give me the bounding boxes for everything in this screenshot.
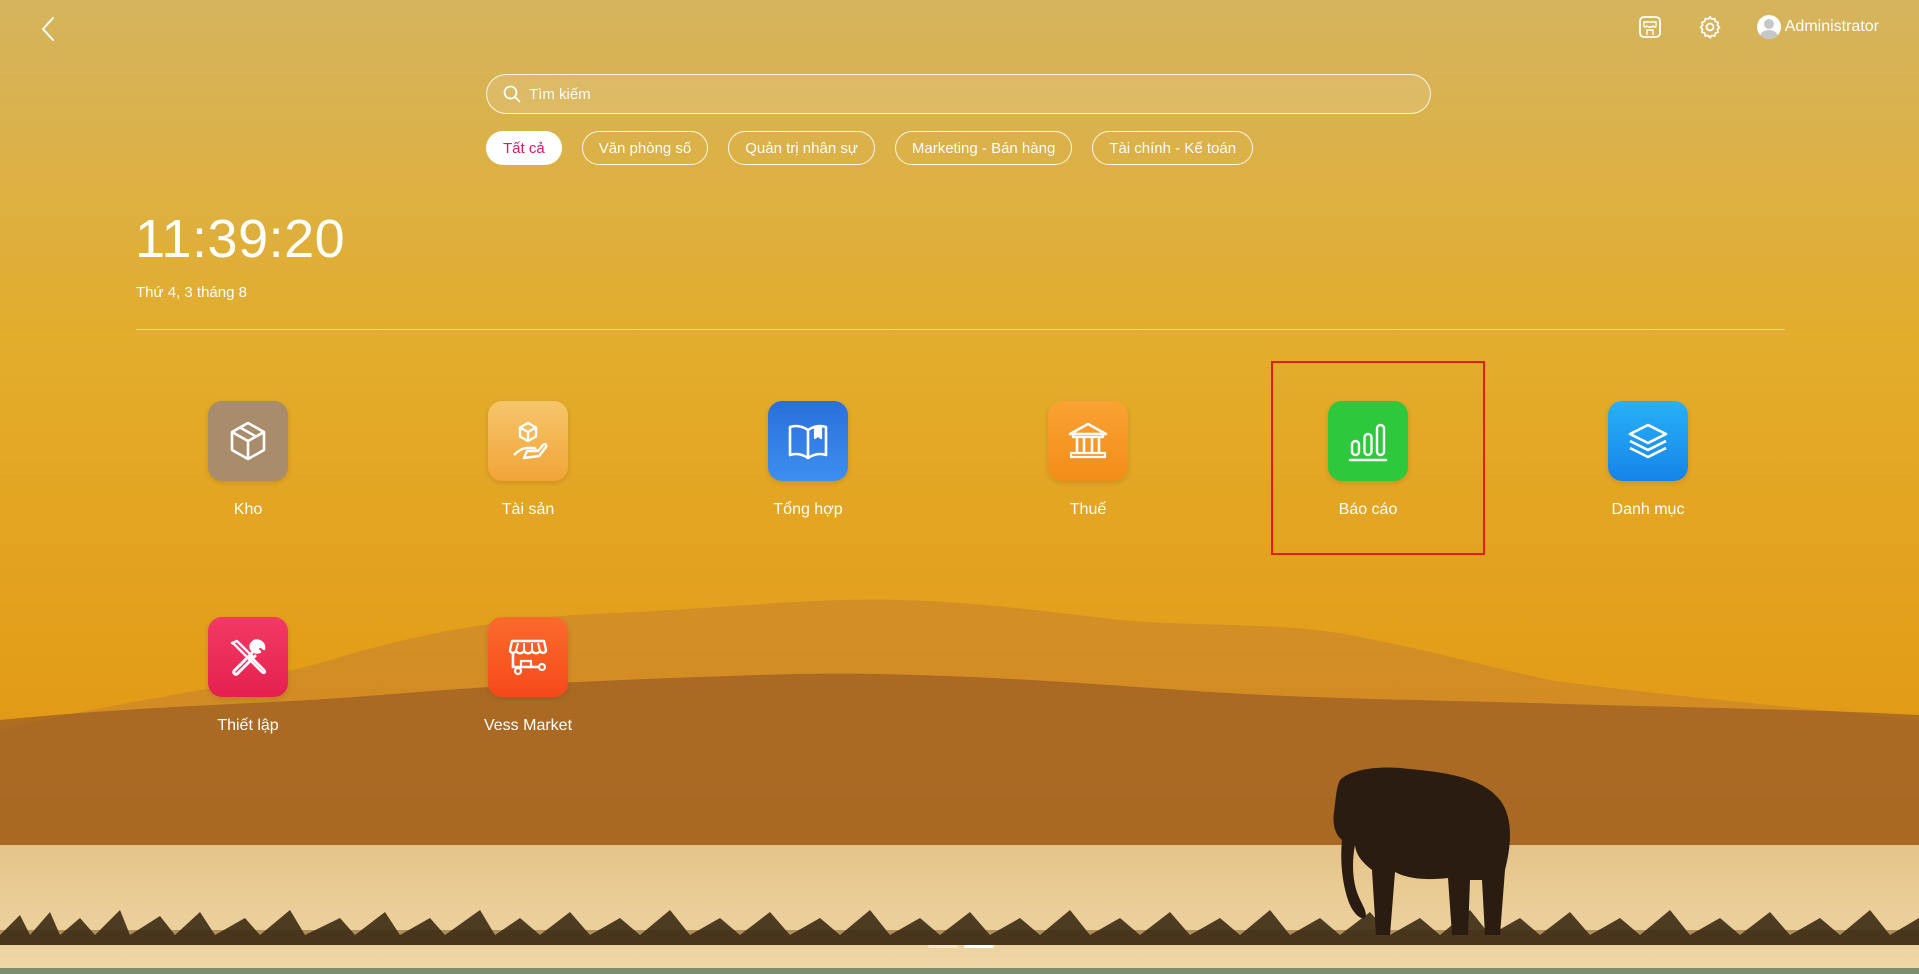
app-icon-bg	[1608, 401, 1688, 481]
header-actions: Administrator	[1637, 10, 1879, 44]
store-button[interactable]	[1637, 14, 1663, 40]
user-name: Administrator	[1784, 18, 1879, 35]
search-bar[interactable]	[486, 74, 1431, 114]
app-tile-thue[interactable]: Thuế	[1008, 401, 1168, 519]
app-icon-bg	[488, 617, 568, 697]
clock-time: 11:39:20	[135, 209, 346, 269]
settings-button[interactable]	[1697, 14, 1723, 40]
chevron-left-icon	[42, 17, 54, 41]
layers-icon	[1628, 423, 1668, 459]
divider	[136, 329, 1785, 330]
page-dot-2[interactable]	[964, 945, 994, 948]
tools-icon	[230, 639, 267, 676]
filter-chip-marketing-sales[interactable]: Marketing - Bán hàng	[894, 131, 1073, 165]
page-dot-1[interactable]	[928, 945, 958, 948]
app-icon-bg	[488, 401, 568, 481]
filter-chip-finance-accounting[interactable]: Tài chính - Kế toán	[1092, 131, 1254, 165]
app-label: Danh mục	[1611, 501, 1685, 518]
app-icon-bg	[768, 401, 848, 481]
app-icon-bg	[1048, 401, 1128, 481]
highlight-box	[1271, 361, 1485, 555]
page-indicator	[928, 945, 994, 948]
app-label: Thiết lập	[217, 717, 279, 734]
app-label: Vess Market	[483, 717, 573, 734]
search-icon	[503, 85, 521, 103]
user-menu[interactable]: Administrator	[1756, 15, 1879, 39]
category-filters: Tất cả Văn phòng số Quản trị nhân sự Mar…	[486, 131, 1254, 165]
app-tile-danh-muc[interactable]: Danh mục	[1568, 401, 1728, 519]
book-icon	[788, 424, 828, 460]
filter-chip-hr[interactable]: Quản trị nhân sự	[728, 131, 875, 165]
app-tile-kho[interactable]: Kho	[168, 401, 328, 519]
hand-box-icon	[513, 421, 548, 460]
app-icon-bg	[208, 617, 288, 697]
app-label: Thuế	[1069, 501, 1107, 518]
store-icon	[1638, 16, 1661, 38]
app-label: Tài sản	[501, 501, 555, 518]
search-input[interactable]	[527, 84, 1411, 104]
bank-icon	[1068, 422, 1108, 459]
box-icon	[230, 421, 266, 461]
app-tile-vess-market[interactable]: Vess Market	[448, 617, 608, 735]
app-tile-thiet-lap[interactable]: Thiết lập	[168, 617, 328, 735]
clock-date: Thứ 4, 3 tháng 8	[136, 284, 247, 301]
app-tile-tai-san[interactable]: Tài sản	[448, 401, 608, 519]
gear-icon	[1699, 15, 1721, 39]
shop-icon	[508, 639, 548, 676]
filter-chip-all[interactable]: Tất cả	[486, 131, 562, 165]
app-label: Kho	[233, 501, 263, 518]
back-button[interactable]	[38, 14, 60, 44]
user-avatar-icon	[1756, 15, 1781, 39]
app-tile-tong-hop[interactable]: Tổng hợp	[728, 401, 888, 519]
app-icon-bg	[208, 401, 288, 481]
filter-chip-digital-office[interactable]: Văn phòng số	[581, 131, 709, 165]
app-label: Tổng hợp	[773, 501, 843, 518]
